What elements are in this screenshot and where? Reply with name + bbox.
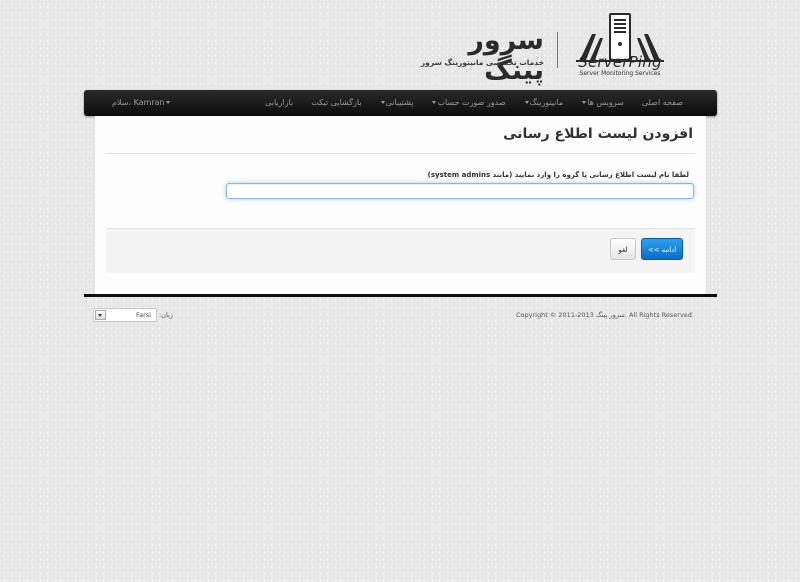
cancel-button[interactable]: لغو (610, 238, 636, 260)
list-name-label: لطفا نام لیست اطلاع رسانی یا گروه را وار… (427, 171, 689, 179)
logo-divider (557, 32, 558, 68)
language-value: Farsi (136, 311, 151, 319)
brand-subtitle-en: Server Monitoring Services (579, 70, 661, 77)
brand-tagline: خدمات تخصصی مانیتورینگ سرور (420, 58, 544, 67)
brand-name-fa: سرور پینگ (468, 25, 545, 86)
nav-menu: صفحه اصلی سرویس ها مانیتورینگ صدور صورت … (256, 90, 692, 116)
dropdown-arrow-icon (95, 310, 106, 320)
nav-item-services[interactable]: سرویس ها (572, 90, 633, 116)
list-name-input[interactable] (226, 183, 694, 199)
form-actions: ادامه >> لغو (106, 228, 695, 273)
nav-item-support[interactable]: پشتیبانی (371, 90, 423, 116)
title-divider (106, 153, 695, 154)
nav-item-monitoring[interactable]: مانیتورینگ (515, 90, 573, 116)
page-title: افزودن لیست اطلاع رسانی (503, 126, 693, 142)
copyright-text: Copyright © 2011-2013 سرور پینگ. All Rig… (516, 311, 694, 319)
caret-down-icon (582, 101, 587, 104)
user-greeting: سلام، Kamran (112, 98, 165, 107)
footer-divider (84, 294, 717, 297)
site-logo[interactable]: سرور پینگ خدمات تخصصی مانیتورینگ سرور Se… (420, 12, 675, 86)
nav-item-home[interactable]: صفحه اصلی (633, 90, 692, 116)
caret-down-icon (432, 101, 437, 104)
brand-name-en: ServerPing (578, 53, 662, 71)
user-menu[interactable]: سلام، Kamran (112, 90, 171, 116)
main-navbar: صفحه اصلی سرویس ها مانیتورینگ صدور صورت … (84, 90, 717, 116)
content-panel: افزودن لیست اطلاع رسانی لطفا نام لیست اط… (95, 116, 706, 294)
continue-button[interactable]: ادامه >> (641, 238, 683, 260)
caret-down-icon (524, 101, 529, 104)
nav-item-affiliates[interactable]: بازاریابی (256, 90, 302, 116)
language-select[interactable]: Farsi (93, 308, 157, 322)
caret-down-icon (380, 101, 385, 104)
nav-item-open-ticket[interactable]: بازگشایی تیکت (302, 90, 370, 116)
nav-item-billing[interactable]: صدور صورت حساب (422, 90, 514, 116)
caret-down-icon (165, 101, 170, 104)
language-label: زبان: (159, 311, 173, 319)
